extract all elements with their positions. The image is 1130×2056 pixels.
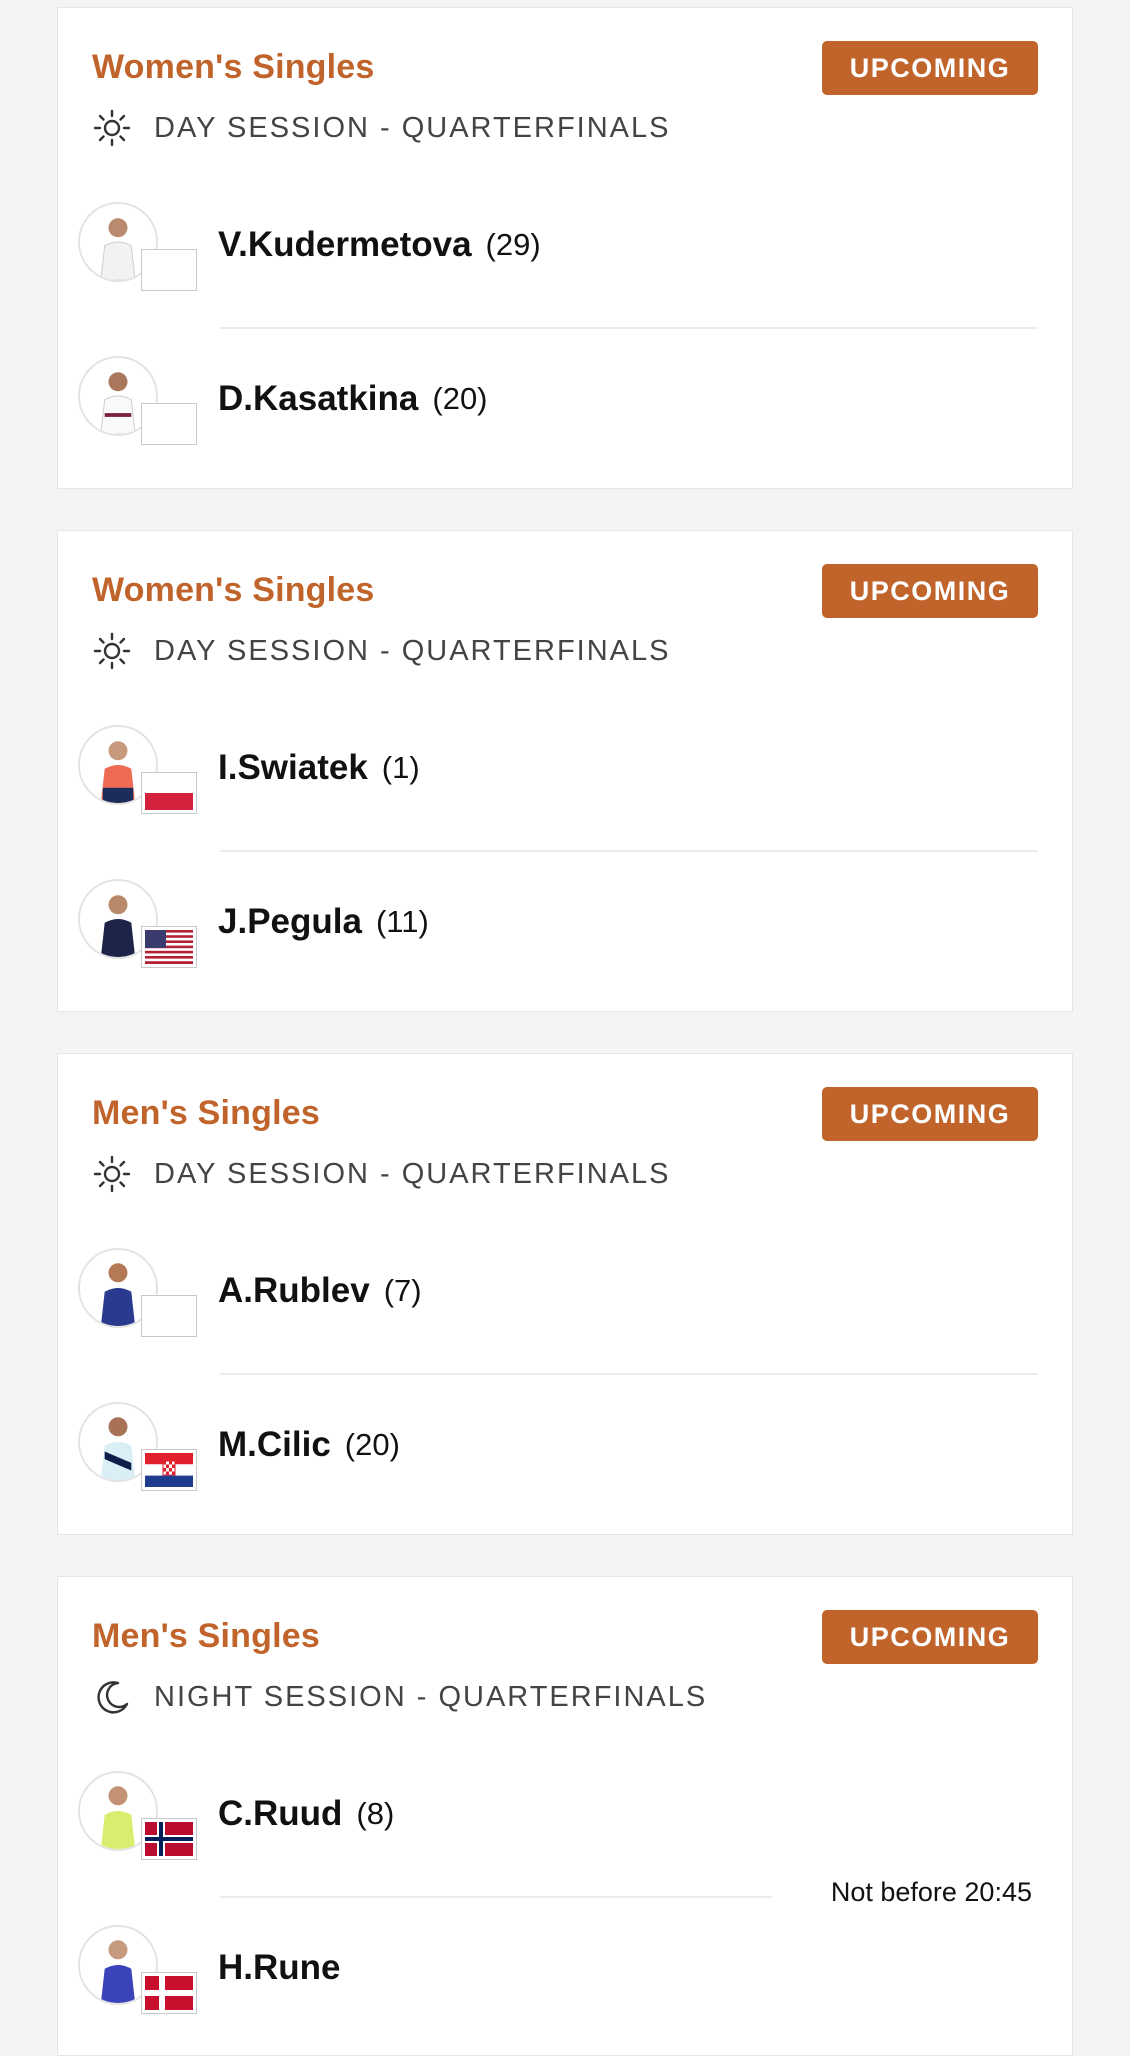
session-info: DAY SESSION - QUARTERFINALS bbox=[92, 1154, 671, 1194]
poland-flag-icon bbox=[142, 773, 196, 813]
player-name[interactable]: V.Kudermetova bbox=[218, 225, 472, 265]
player-name[interactable]: A.Rublev bbox=[218, 1271, 370, 1311]
flag-icon bbox=[142, 1296, 196, 1336]
event-title: Women's Singles bbox=[92, 571, 375, 609]
session-label: DAY SESSION - QUARTERFINALS bbox=[154, 1157, 671, 1190]
player-row[interactable]: M.Cilic (20) bbox=[78, 1390, 1038, 1500]
player-name[interactable]: I.Swiatek bbox=[218, 748, 368, 788]
player-seed: (8) bbox=[356, 1796, 395, 1831]
sun-icon bbox=[92, 108, 132, 148]
match-card[interactable]: Women's Singles UPCOMING DAY SESSION - Q… bbox=[57, 530, 1073, 1012]
upcoming-status-button[interactable]: UPCOMING bbox=[822, 564, 1038, 618]
match-card[interactable]: Women's Singles UPCOMING DAY SESSION - Q… bbox=[57, 7, 1073, 489]
flag-icon bbox=[142, 250, 196, 290]
upcoming-status-button[interactable]: UPCOMING bbox=[822, 1087, 1038, 1141]
session-info: NIGHT SESSION - QUARTERFINALS bbox=[92, 1677, 707, 1717]
moon-icon bbox=[92, 1677, 132, 1717]
session-info: DAY SESSION - QUARTERFINALS bbox=[92, 108, 671, 148]
player-seed: (1) bbox=[381, 750, 420, 785]
sun-icon bbox=[92, 631, 132, 671]
denmark-flag-icon bbox=[142, 1973, 196, 2013]
event-title: Men's Singles bbox=[92, 1617, 320, 1655]
divider bbox=[220, 327, 1038, 329]
player-seed: (11) bbox=[375, 904, 429, 939]
upcoming-status-button[interactable]: UPCOMING bbox=[822, 41, 1038, 95]
match-card[interactable]: Men's Singles UPCOMING DAY SESSION - QUA… bbox=[57, 1053, 1073, 1535]
player-row[interactable]: D.Kasatkina (20) bbox=[78, 344, 1038, 454]
player-row[interactable]: I.Swiatek (1) bbox=[78, 713, 1038, 823]
session-label: DAY SESSION - QUARTERFINALS bbox=[154, 111, 671, 144]
player-seed: (7) bbox=[383, 1273, 422, 1308]
session-label: NIGHT SESSION - QUARTERFINALS bbox=[154, 1680, 708, 1713]
match-time-note: Not before 20:45 bbox=[830, 1877, 1032, 1907]
divider bbox=[220, 1373, 1038, 1375]
sun-icon bbox=[92, 1154, 132, 1194]
player-seed: (20) bbox=[344, 1427, 400, 1462]
event-title: Men's Singles bbox=[92, 1094, 320, 1132]
player-row[interactable]: J.Pegula (11) bbox=[78, 867, 1038, 977]
usa-flag-icon bbox=[142, 927, 196, 967]
player-row[interactable]: H.Rune bbox=[78, 1913, 1038, 2023]
player-row[interactable]: C.Ruud (8) bbox=[78, 1759, 1038, 1869]
player-name[interactable]: D.Kasatkina bbox=[218, 379, 418, 419]
player-seed: (29) bbox=[485, 227, 541, 262]
player-name[interactable]: J.Pegula bbox=[218, 902, 362, 942]
match-card[interactable]: Men's Singles UPCOMING NIGHT SESSION - Q… bbox=[57, 1576, 1073, 2056]
norway-flag-icon bbox=[142, 1819, 196, 1859]
event-title: Women's Singles bbox=[92, 48, 375, 86]
player-seed: (20) bbox=[432, 381, 488, 416]
session-label: DAY SESSION - QUARTERFINALS bbox=[154, 634, 671, 667]
flag-icon bbox=[142, 404, 196, 444]
player-name[interactable]: C.Ruud bbox=[218, 1794, 342, 1834]
croatia-flag-icon bbox=[142, 1450, 196, 1490]
divider bbox=[220, 1896, 772, 1898]
divider bbox=[220, 850, 1038, 852]
player-row[interactable]: A.Rublev (7) bbox=[78, 1236, 1038, 1346]
match-feed: Women's Singles UPCOMING DAY SESSION - Q… bbox=[0, 0, 1130, 2056]
upcoming-status-button[interactable]: UPCOMING bbox=[822, 1610, 1038, 1664]
player-row[interactable]: V.Kudermetova (29) bbox=[78, 190, 1038, 300]
player-name[interactable]: H.Rune bbox=[218, 1948, 341, 1988]
player-name[interactable]: M.Cilic bbox=[218, 1425, 331, 1465]
session-info: DAY SESSION - QUARTERFINALS bbox=[92, 631, 671, 671]
